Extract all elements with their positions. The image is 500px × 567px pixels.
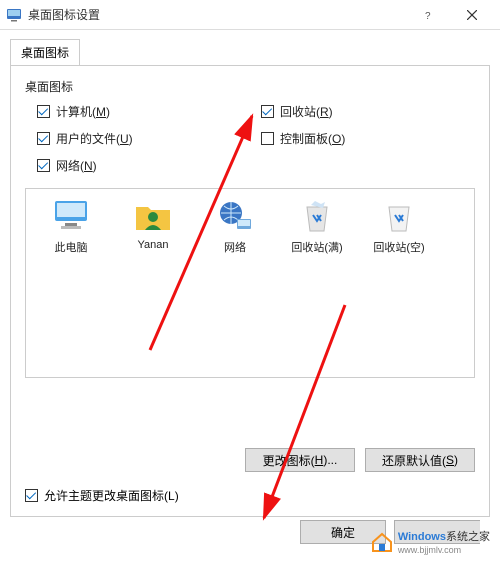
titlebar: 桌面图标设置 ? bbox=[0, 0, 500, 30]
checkbox-icon bbox=[37, 105, 50, 118]
check-allow-theme[interactable]: 允许主题更改桌面图标(L) bbox=[25, 487, 179, 504]
icon-item-recyclebin-full[interactable]: 回收站(满) bbox=[278, 199, 356, 255]
monitor-icon bbox=[51, 199, 91, 233]
recyclebin-full-icon bbox=[297, 199, 337, 233]
tab-desktop-icons[interactable]: 桌面图标 bbox=[10, 39, 80, 66]
app-icon bbox=[6, 7, 22, 23]
icon-item-recyclebin-empty[interactable]: 回收站(空) bbox=[360, 199, 438, 255]
window-title: 桌面图标设置 bbox=[28, 6, 100, 23]
network-globe-icon bbox=[215, 199, 255, 233]
icon-item-thispc[interactable]: 此电脑 bbox=[32, 199, 110, 255]
recyclebin-empty-icon bbox=[379, 199, 419, 233]
restore-defaults-button[interactable]: 还原默认值(S) bbox=[365, 448, 475, 472]
tab-strip: 桌面图标 bbox=[0, 30, 500, 65]
icon-action-buttons: 更改图标(H)... 还原默认值(S) bbox=[245, 448, 475, 472]
checkbox-icon bbox=[261, 105, 274, 118]
checkbox-icon bbox=[25, 489, 38, 502]
check-recyclebin[interactable]: 回收站(R) bbox=[261, 103, 475, 120]
check-controlpanel[interactable]: 控制面板(O) bbox=[261, 130, 475, 147]
icon-label: 此电脑 bbox=[32, 239, 110, 255]
svg-text:?: ? bbox=[425, 11, 431, 20]
checkbox-icon bbox=[37, 132, 50, 145]
group-label: 桌面图标 bbox=[25, 78, 475, 95]
check-network[interactable]: 网络(N) bbox=[37, 157, 251, 174]
checkbox-icon bbox=[261, 132, 274, 145]
icon-label: 回收站(空) bbox=[360, 239, 438, 255]
icon-label: Yanan bbox=[114, 239, 192, 251]
change-icon-button[interactable]: 更改图标(H)... bbox=[245, 448, 355, 472]
check-userfiles[interactable]: 用户的文件(U) bbox=[37, 130, 251, 147]
icon-label: 网络 bbox=[196, 239, 274, 255]
icon-label: 回收站(满) bbox=[278, 239, 356, 255]
house-logo-icon bbox=[370, 530, 394, 554]
user-folder-icon bbox=[133, 199, 173, 233]
close-button[interactable] bbox=[450, 0, 494, 30]
help-button[interactable]: ? bbox=[406, 0, 450, 30]
desktop-icons-checkgrid: 计算机(M) 回收站(R) 用户的文件(U) 控制面板(O) 网络(N) bbox=[37, 103, 475, 174]
checkbox-icon bbox=[37, 159, 50, 172]
watermark: Windows系统之家 www.bjjmlv.com bbox=[370, 528, 490, 556]
icon-preview-list: 此电脑 Yanan 网络 回收站(满) 回收站(空) bbox=[25, 188, 475, 378]
icon-item-user[interactable]: Yanan bbox=[114, 199, 192, 251]
tab-panel: 桌面图标 计算机(M) 回收站(R) 用户的文件(U) 控制面板(O) 网络(N… bbox=[10, 65, 490, 517]
check-computer[interactable]: 计算机(M) bbox=[37, 103, 251, 120]
icon-item-network[interactable]: 网络 bbox=[196, 199, 274, 255]
